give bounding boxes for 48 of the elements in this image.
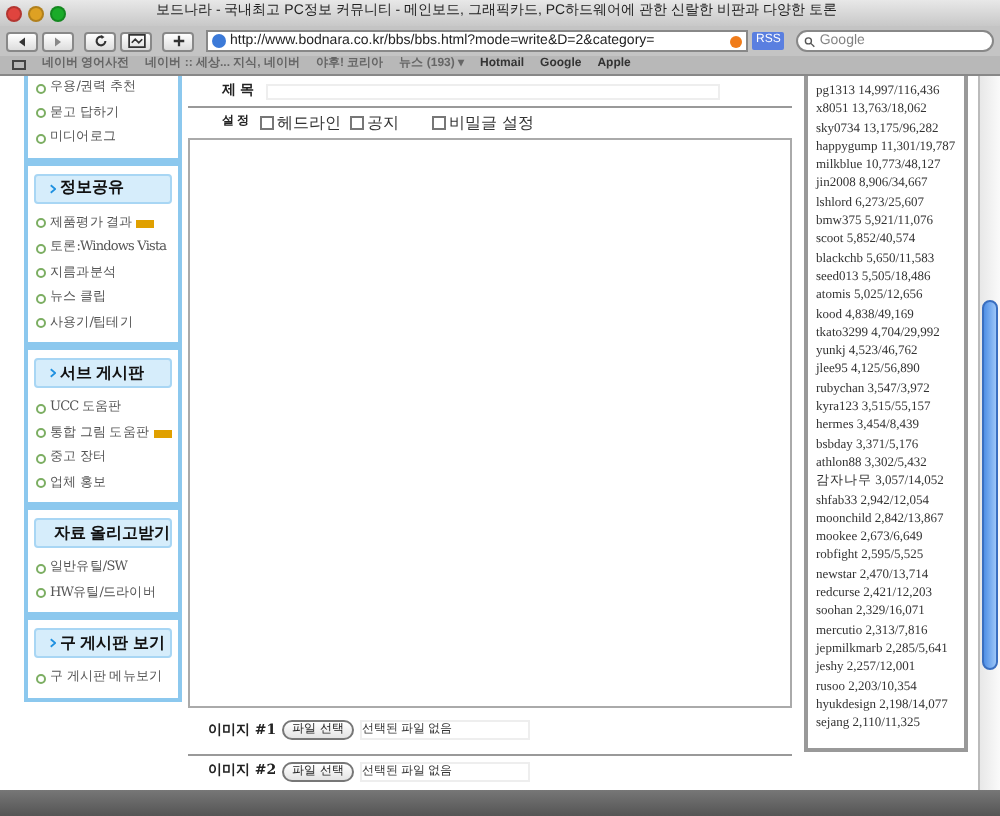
book-icon[interactable] — [12, 60, 26, 70]
reload-button[interactable] — [84, 31, 116, 51]
scroll-thumb[interactable] — [982, 300, 998, 670]
globe-icon — [212, 34, 226, 48]
checkbox-label: 공지 — [367, 111, 400, 135]
scrollbar[interactable] — [978, 76, 1000, 790]
bullet-icon — [36, 428, 46, 439]
checkbox[interactable] — [349, 116, 364, 130]
bullet-icon — [36, 673, 46, 684]
bullet-icon — [36, 453, 46, 464]
chevron-icon — [50, 638, 56, 648]
bullet-icon — [36, 293, 46, 304]
bullet-icon — [36, 218, 46, 229]
reload-icon — [93, 34, 107, 48]
section-title: 구 게시판 보기 — [60, 631, 165, 655]
plus-icon — [171, 34, 185, 48]
back-icon — [16, 35, 28, 47]
checkbox-label: 비밀글 설정 — [449, 111, 535, 135]
bullet-icon — [36, 318, 46, 329]
checkbox-label: 헤드라인 — [277, 111, 342, 135]
chevron-icon — [50, 183, 56, 193]
bullet-icon — [36, 83, 46, 94]
forward-icon — [52, 35, 64, 47]
close-button[interactable] — [6, 5, 22, 21]
minimize-button[interactable] — [28, 5, 44, 21]
bullet-icon — [36, 478, 46, 489]
new-badge-icon — [136, 219, 155, 228]
section-title: 자료 올리고받기 — [54, 521, 171, 545]
bullet-icon — [36, 403, 46, 414]
bullet-icon — [36, 588, 46, 599]
bullet-icon — [36, 133, 46, 144]
plus-button[interactable] — [162, 31, 194, 51]
search-icon — [804, 35, 816, 47]
bullet-icon — [36, 563, 46, 574]
section-title: 정보공유 — [60, 176, 124, 200]
checkbox[interactable] — [259, 116, 274, 130]
bullet-icon — [36, 108, 46, 119]
chevron-icon — [50, 368, 56, 378]
zoom-button[interactable] — [50, 5, 66, 21]
new-badge-icon — [153, 429, 172, 438]
section-title: 서브 게시판 — [60, 361, 145, 385]
webclip-button[interactable] — [120, 31, 152, 51]
bullet-icon — [36, 268, 46, 279]
back-button[interactable] — [6, 31, 38, 51]
snapback-icon — [730, 35, 742, 47]
bullet-icon — [36, 243, 46, 254]
checkbox[interactable] — [431, 116, 446, 130]
webclip-icon — [127, 34, 145, 48]
